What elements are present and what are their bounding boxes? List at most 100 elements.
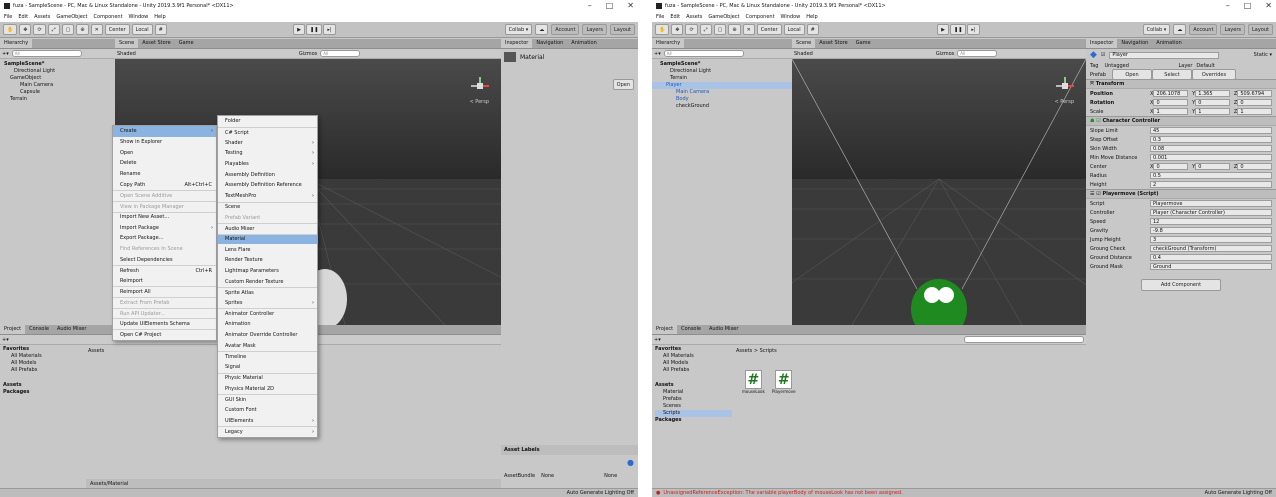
create-submenu-item[interactable]: Assembly Definition [218,169,317,180]
minimize-icon[interactable]: – [1226,1,1230,10]
favorite-item[interactable]: All Prefabs [3,367,86,374]
context-menu-item[interactable]: Reimport All [113,286,216,297]
context-menu-item[interactable]: Select Dependencies [113,254,216,265]
active-checkbox[interactable]: ☑ [1101,52,1105,58]
hierarchy-item[interactable]: Body [652,96,792,103]
breadcrumb[interactable]: Assets > Scripts [736,348,777,354]
asset-subfolder-selected[interactable]: Scripts [655,410,732,417]
persp-label[interactable]: < Persp [469,99,489,105]
property-field[interactable]: 0.4 [1150,254,1272,261]
context-menu-item[interactable]: Import New Asset... [113,211,216,223]
project-search-input[interactable] [964,336,1084,343]
script-file[interactable]: # mouseLook [742,370,765,394]
create-submenu-item[interactable]: Signal [218,362,317,373]
create-submenu-item[interactable]: Scene [218,201,317,213]
breadcrumb[interactable]: Assets [88,348,104,354]
assets-folder[interactable]: Assets [3,382,86,389]
tab-game[interactable]: Game [175,39,198,48]
create-submenu-item[interactable]: Sprite Atlas [218,287,317,298]
create-submenu-item[interactable]: Avatar Mask [218,340,317,351]
scale-x-field[interactable]: 1 [1153,108,1189,115]
close-icon[interactable]: ✕ [627,1,634,10]
create-submenu-item[interactable]: Sprites › [218,298,317,309]
collab-button[interactable]: Collab ▾ [504,24,533,35]
hierarchy-item[interactable]: GameObject [0,75,115,82]
gizmos-dropdown[interactable]: Gizmos [936,51,954,57]
tab-navigation[interactable]: Navigation [1117,39,1152,48]
grid-snap-icon[interactable]: # [806,24,819,35]
create-submenu-item[interactable]: Animation [218,319,317,330]
property-field[interactable]: 45 [1150,127,1272,134]
hierarchy-item[interactable]: Capsule [0,89,115,96]
packages-folder[interactable]: Packages [655,417,732,424]
prefab-select-button[interactable]: Select [1152,69,1192,80]
minimize-icon[interactable]: – [588,1,592,10]
tag-dropdown[interactable]: Untagged [1104,63,1164,69]
packages-folder[interactable]: Packages [3,389,86,396]
menu-component[interactable]: Component [94,14,123,20]
move-tool-icon[interactable]: ✥ [19,24,32,35]
rotate-tool-icon[interactable]: ⟳ [685,24,698,35]
create-submenu-item[interactable]: Material [218,233,317,245]
scale-tool-icon[interactable]: ⤢ [699,24,712,35]
create-submenu-item[interactable]: TextMeshPro › [218,191,317,202]
radius-field[interactable]: 0.5 [1150,172,1272,179]
add-icon[interactable]: +▾ [654,51,661,57]
close-icon[interactable]: ✕ [1265,1,1272,10]
scale-tool-icon[interactable]: ⤢ [47,24,60,35]
rotate-tool-icon[interactable]: ⟳ [33,24,46,35]
create-submenu-item[interactable]: Custom Font [218,405,317,416]
tab-asset-store[interactable]: Asset Store [138,39,174,48]
tab-asset-store[interactable]: Asset Store [815,39,851,48]
account-button[interactable]: Account [551,24,580,35]
context-menu-item[interactable]: Delete [113,158,216,169]
center-z-field[interactable]: 0 [1237,163,1272,170]
tab-audio-mixer[interactable]: Audio Mixer [705,325,742,334]
create-submenu-item[interactable]: Render Texture [218,255,317,266]
tab-inspector[interactable]: Inspector [1086,39,1118,48]
layout-dropdown[interactable]: Layout [610,24,635,35]
create-submenu-item[interactable]: Folder [218,116,317,127]
prefab-open-button[interactable]: Open [1112,69,1152,80]
layout-dropdown[interactable]: Layout [1248,24,1273,35]
position-z-field[interactable]: 509.6794 [1237,90,1272,97]
add-icon[interactable]: +▾ [2,337,9,343]
create-submenu-item[interactable]: UIElements › [218,415,317,426]
scene-root-item[interactable]: SampleScene* [0,61,115,68]
assetbundle-dropdown[interactable]: None [541,473,554,479]
account-button[interactable]: Account [1189,24,1218,35]
property-field[interactable]: checkGround (Transform) [1150,245,1272,252]
property-field[interactable]: Ground [1150,263,1272,270]
favorite-item[interactable]: All Materials [3,353,86,360]
hierarchy-item[interactable]: Terrain [652,75,792,82]
scene-root-item[interactable]: SampleScene* [652,61,792,68]
height-field[interactable]: 2 [1150,181,1272,188]
create-submenu-item[interactable]: Assembly Definition Reference [218,180,317,191]
tab-console[interactable]: Console [25,325,53,334]
position-x-field[interactable]: 206.1078 [1153,90,1189,97]
pivot-local-button[interactable]: Local [783,24,805,35]
tab-animation[interactable]: Animation [1152,39,1186,48]
hierarchy-item[interactable]: checkGround [652,103,792,110]
cloud-icon[interactable]: ☁ [535,24,549,35]
menu-file[interactable]: File [4,14,12,20]
layers-dropdown[interactable]: Layers [582,24,607,35]
context-menu-item[interactable]: Copy Path Alt+Ctrl+C [113,179,216,190]
character-controller-header[interactable]: ☗ ☑ Character Controller [1086,116,1276,126]
scene-gizmo-icon[interactable] [1056,77,1074,95]
hierarchy-item[interactable]: Main Camera [652,89,792,96]
persp-label[interactable]: < Persp [1054,99,1074,105]
pause-icon[interactable]: ❚❚ [950,24,967,35]
favorite-item[interactable]: All Models [3,360,86,367]
menu-window[interactable]: Window [129,14,149,20]
step-icon[interactable]: ▸| [323,24,336,35]
pivot-local-button[interactable]: Local [131,24,153,35]
favorites-item[interactable]: Favorites [655,346,732,353]
create-submenu-item[interactable]: C# Script [218,126,317,138]
transform-tool-icon[interactable]: ⊕ [76,24,89,35]
create-submenu-item[interactable]: GUI Skin [218,393,317,405]
property-field[interactable]: 12 [1150,218,1272,225]
tab-inspector[interactable]: Inspector [501,39,533,48]
tab-animation[interactable]: Animation [567,39,601,48]
hand-tool-icon[interactable]: ✋ [3,24,18,35]
